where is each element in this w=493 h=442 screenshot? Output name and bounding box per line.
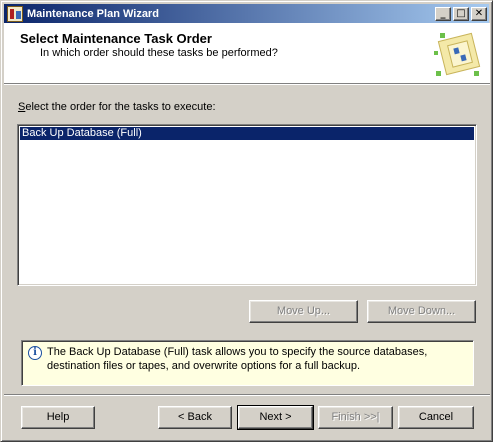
window-title: Maintenance Plan Wizard [27, 7, 159, 20]
close-button[interactable]: ✕ [471, 6, 487, 21]
task-order-label-text: elect the order for the tasks to execute… [25, 101, 216, 113]
task-order-label: Select the order for the tasks to execut… [18, 101, 216, 113]
wizard-header: Select Maintenance Task Order In which o… [4, 23, 490, 83]
page-title: Select Maintenance Task Order [20, 31, 212, 46]
task-description-box: i The Back Up Database (Full) task allow… [21, 340, 474, 386]
info-icon: i [28, 346, 42, 360]
maintenance-plan-wizard-window: Maintenance Plan Wizard _ □ ✕ Select Mai… [0, 0, 493, 442]
minimize-button[interactable]: _ [435, 6, 451, 21]
task-description-text: The Back Up Database (Full) task allows … [47, 346, 428, 372]
header-divider [4, 83, 490, 85]
move-down-button[interactable]: Move Down... [367, 300, 476, 323]
task-order-listbox[interactable]: Back Up Database (Full) [17, 124, 477, 286]
move-up-button[interactable]: Move Up... [249, 300, 358, 323]
page-subtitle: In which order should these tasks be per… [40, 47, 278, 59]
maximize-button[interactable]: □ [453, 6, 469, 21]
wizard-graphic-icon [434, 32, 481, 76]
cancel-button[interactable]: Cancel [398, 406, 474, 429]
next-button[interactable]: Next > [237, 405, 314, 430]
footer-divider [4, 394, 490, 396]
title-bar[interactable]: Maintenance Plan Wizard _ □ ✕ [4, 4, 489, 23]
back-button[interactable]: < Back [158, 406, 232, 429]
finish-button[interactable]: Finish >>| [318, 406, 393, 429]
help-button[interactable]: Help [21, 406, 95, 429]
app-icon [7, 5, 23, 22]
list-item[interactable]: Back Up Database (Full) [20, 127, 474, 140]
